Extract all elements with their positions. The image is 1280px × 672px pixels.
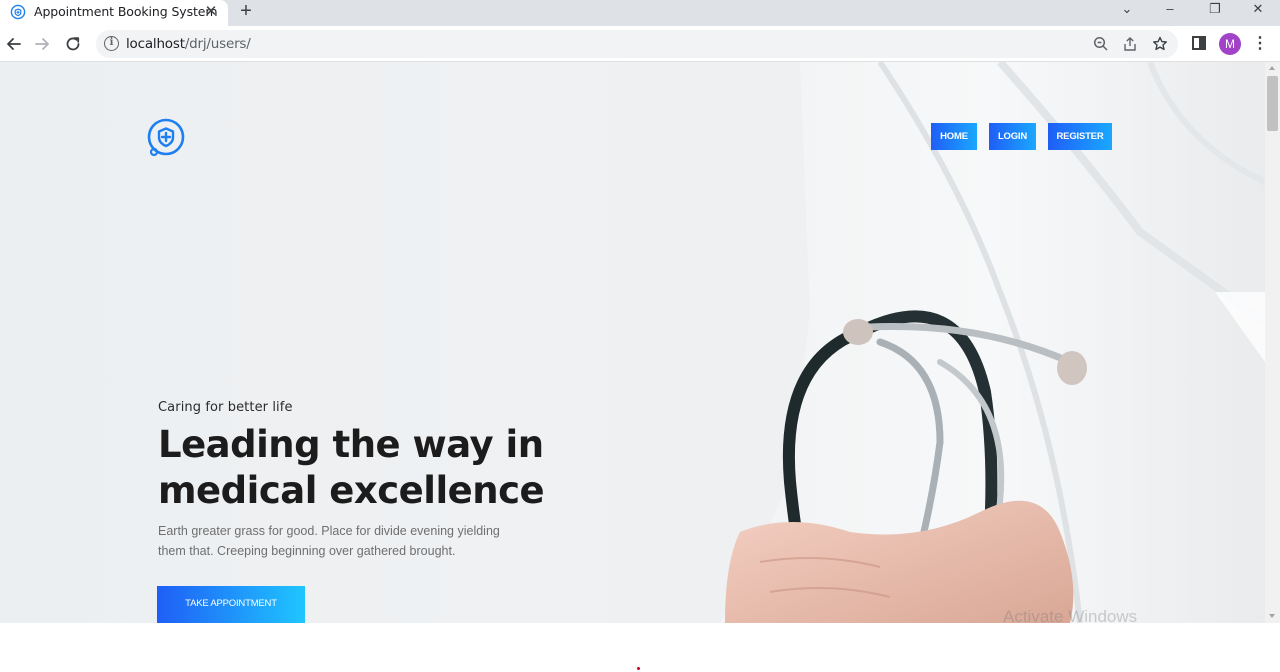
nav-register-link[interactable]: REGISTER xyxy=(1048,123,1112,150)
browser-tabstrip: Appointment Booking System ✕ + ⌄ – ❐ ✕ xyxy=(0,0,1280,26)
profile-avatar[interactable]: M xyxy=(1219,33,1241,55)
hero-headline-line-2: medical excellence xyxy=(158,469,545,512)
scroll-up-arrow-icon[interactable] xyxy=(1269,66,1275,70)
reload-icon[interactable] xyxy=(62,33,84,55)
browser-toolbar: i localhost/drj/users/ M ⋮ xyxy=(0,26,1280,62)
nav-home-link[interactable]: HOME xyxy=(931,123,977,150)
side-panel-icon[interactable] xyxy=(1192,36,1206,50)
tab-title: Appointment Booking System xyxy=(34,4,218,19)
tab-search-icon[interactable]: ⌄ xyxy=(1107,0,1147,22)
red-dot-marker xyxy=(637,667,640,670)
share-icon[interactable] xyxy=(1121,35,1139,53)
hero-description: Earth greater grass for good. Place for … xyxy=(158,524,500,558)
zoom-icon[interactable] xyxy=(1092,35,1110,53)
tab-close-icon[interactable]: ✕ xyxy=(203,2,219,22)
nav-login-link[interactable]: LOGIN xyxy=(989,123,1036,150)
stethoscope-shield-icon[interactable] xyxy=(145,116,187,158)
hero-headline-line-1: Leading the way in xyxy=(158,423,544,466)
scrollbar-thumb[interactable] xyxy=(1267,76,1278,131)
url-host: localhost xyxy=(126,36,185,52)
forward-arrow-icon[interactable] xyxy=(31,33,53,55)
minimize-button[interactable]: – xyxy=(1150,0,1190,22)
activate-windows-watermark: Activate Windows xyxy=(1003,607,1138,623)
url-text[interactable]: localhost/drj/users/ xyxy=(126,36,251,52)
scroll-down-arrow-icon[interactable] xyxy=(1269,614,1275,618)
new-tab-button[interactable]: + xyxy=(236,0,256,24)
back-arrow-icon[interactable] xyxy=(3,33,25,55)
menu-icon[interactable]: ⋮ xyxy=(1252,32,1268,56)
star-icon[interactable] xyxy=(1151,35,1169,53)
address-bar[interactable]: i localhost/drj/users/ xyxy=(96,30,1178,58)
browser-tab[interactable]: Appointment Booking System ✕ xyxy=(0,0,228,26)
info-icon[interactable]: i xyxy=(104,36,119,51)
url-path: /drj/users/ xyxy=(184,36,251,52)
hero-headline: Leading the way in medical excellence xyxy=(158,422,578,514)
page-scrollbar[interactable] xyxy=(1265,62,1280,623)
hero-tagline: Caring for better life xyxy=(158,400,293,415)
close-window-button[interactable]: ✕ xyxy=(1238,0,1278,22)
app-favicon-icon xyxy=(10,4,26,20)
restore-button[interactable]: ❐ xyxy=(1195,0,1235,22)
page-viewport: HOME LOGIN REGISTER Caring for better li… xyxy=(0,62,1280,672)
hero-banner: HOME LOGIN REGISTER Caring for better li… xyxy=(0,62,1265,623)
take-appointment-button[interactable]: TAKE APPOINTMENT xyxy=(157,586,305,623)
